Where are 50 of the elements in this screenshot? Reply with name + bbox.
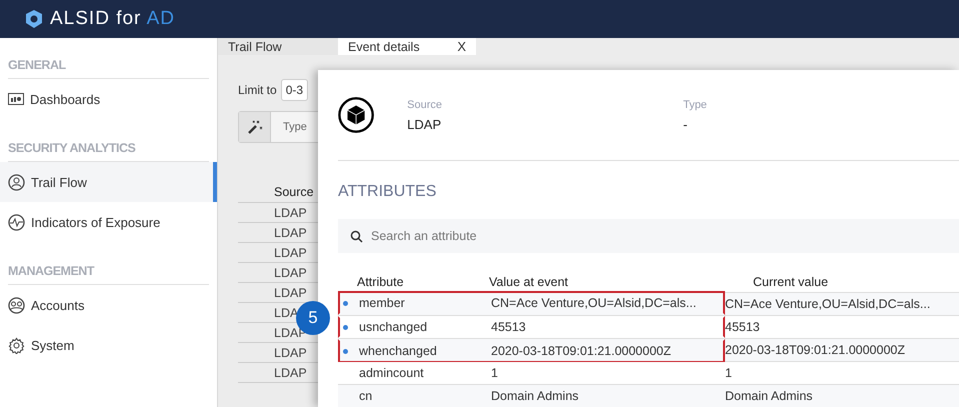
dashboard-icon	[8, 93, 24, 105]
sidebar-item[interactable]: Indicators of Exposure	[0, 202, 217, 242]
table-cell-text: 1	[725, 366, 733, 380]
wand-icon	[246, 119, 262, 135]
people-icon	[8, 174, 25, 190]
table-cell-text: member	[359, 296, 406, 310]
field-label: Source	[407, 98, 444, 110]
section-heading: MANAGEMENT	[8, 264, 209, 285]
table-cell-text: 2020-03-18T09:01:21.0000000Z	[491, 344, 672, 358]
table-cell-text: whenchanged	[359, 344, 438, 358]
tab-label: Event details	[348, 40, 420, 54]
table-cell-text: admincount	[359, 366, 425, 380]
column-header: Attribute	[357, 275, 405, 289]
table-cell-text: 45513	[725, 320, 761, 334]
search-field[interactable]: Search an attribute	[338, 219, 959, 253]
table-cell-text: cn	[359, 389, 374, 403]
table-cell-text: 45513	[491, 320, 527, 334]
filter-label: Type	[282, 121, 307, 133]
table-cell-text: Domain Admins	[725, 389, 814, 403]
table-cell-text: CN=Ace Venture,OU=Alsid,DC=als...	[725, 297, 932, 311]
table-cell-text: usnchanged	[359, 320, 428, 334]
table-cell-text: Domain Admins	[491, 389, 580, 403]
sidebar-item[interactable]: Dashboards	[0, 79, 217, 119]
field-value: -	[683, 116, 688, 132]
section-title: ATTRIBUTES	[338, 183, 438, 201]
settings-icon	[8, 336, 25, 354]
tab[interactable]: Trail Flow	[218, 38, 338, 55]
table-cell-text: 2020-03-18T09:01:21.0000000Z	[725, 343, 906, 357]
column-header: Value at event	[489, 275, 569, 289]
wand-button[interactable]	[239, 112, 271, 142]
logo-icon	[24, 9, 44, 29]
close-button[interactable]: X	[457, 39, 466, 54]
field-label: Type	[683, 98, 708, 110]
column-header: Current value	[753, 275, 830, 289]
accounts-icon	[8, 296, 25, 314]
sidebar-item[interactable]: System	[0, 325, 217, 365]
limit-label: Limit to	[238, 83, 277, 97]
table-cell-text: CN=Ace Venture,OU=Alsid,DC=als...	[491, 296, 698, 310]
search-icon	[350, 230, 363, 243]
limit-select[interactable]: 0-3	[280, 79, 308, 101]
table-cell-text: 1	[491, 366, 499, 380]
cube-icon	[338, 96, 374, 134]
field-value: LDAP	[407, 116, 442, 132]
app-logo-text: ALSID for AD	[50, 8, 176, 30]
tab-label: Trail Flow	[228, 40, 282, 54]
sidebar-item[interactable]: Trail Flow	[0, 162, 217, 202]
sidebar-item[interactable]: Accounts	[0, 285, 217, 325]
pulse-icon	[8, 214, 25, 230]
section-heading: GENERAL	[8, 58, 209, 79]
tab[interactable]: Event details X	[338, 38, 476, 55]
